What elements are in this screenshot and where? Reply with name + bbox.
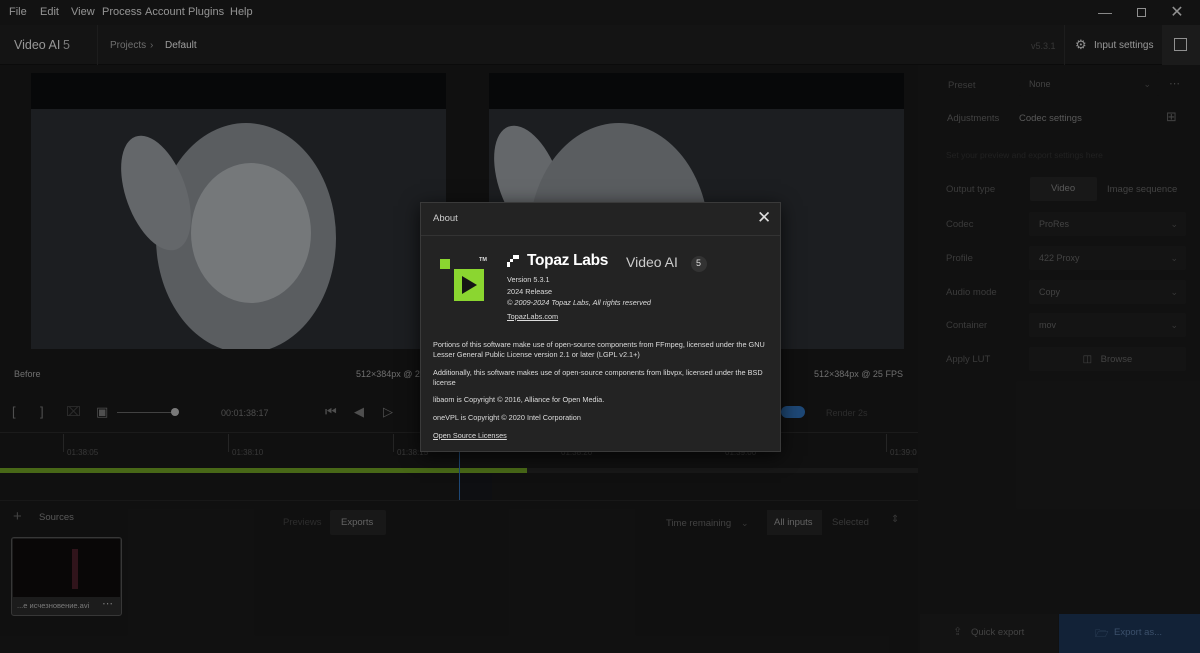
product-name: Video AI (626, 254, 678, 270)
libvpx-notice: Additionally, this software makes use of… (433, 368, 763, 387)
trademark-label: TM (479, 257, 487, 263)
about-release: 2024 Release (507, 287, 553, 296)
topaz-video-logo (440, 259, 488, 303)
ffmpeg-notice: Portions of this software make use of op… (433, 340, 765, 359)
close-icon[interactable]: ✕ (757, 208, 771, 228)
about-dialog: About ✕ TM Topaz Labs Video AI 5 Version… (420, 202, 781, 452)
divider (421, 235, 780, 236)
about-version: Version 5.3.1 (507, 275, 550, 284)
topaz-mark-icon (507, 255, 519, 267)
brand-name: Topaz Labs (527, 252, 609, 269)
libaom-notice: libaom is Copyright © 2016, Alliance for… (433, 395, 605, 404)
open-source-licenses-link[interactable]: Open Source Licenses (433, 431, 507, 441)
dialog-title: About (433, 213, 458, 224)
about-copyright: © 2009-2024 Topaz Labs, All rights reser… (507, 298, 651, 307)
website-link[interactable]: TopazLabs.com (507, 312, 558, 322)
version-badge: 5 (691, 256, 707, 272)
onevpl-notice: oneVPL is Copyright © 2020 Intel Corpora… (433, 413, 581, 422)
